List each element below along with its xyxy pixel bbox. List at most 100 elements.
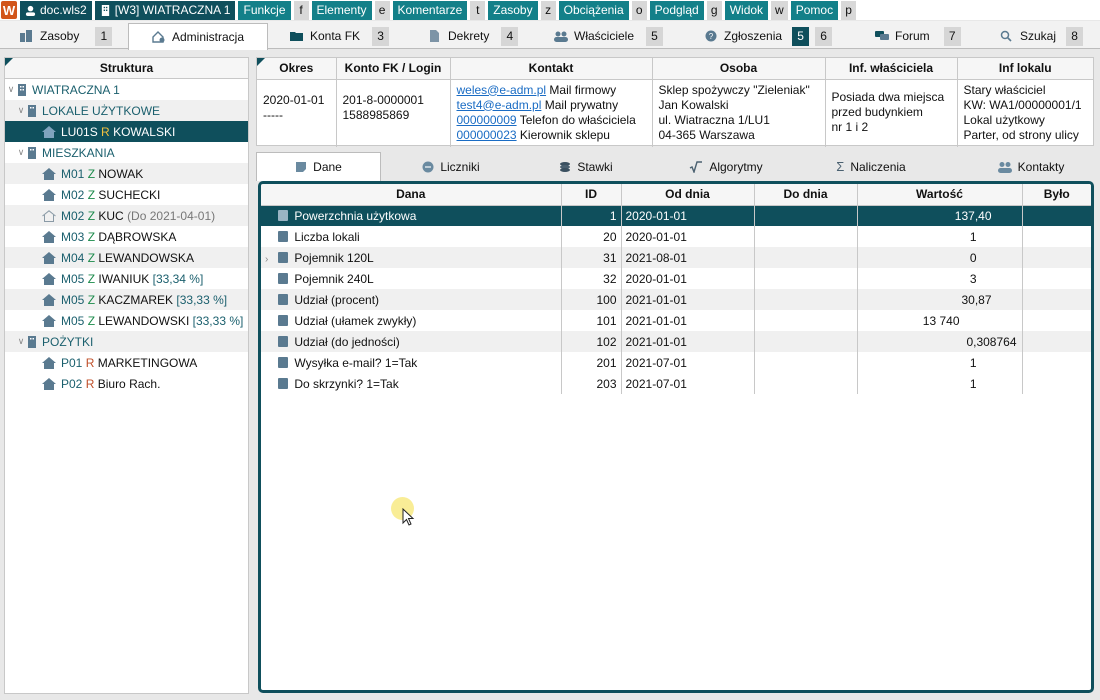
tab-wlasciciele[interactable]: Właściciele 5 [554,23,664,49]
contact-link[interactable]: weles@e-adm.pl [457,83,547,97]
dana-label: Udział (procent) [294,292,380,307]
building-button[interactable]: [W3] WIATRACZNA 1 [94,0,236,20]
menu-key: o [631,0,647,20]
dana-label: Pojemnik 120L [294,250,374,265]
col-header-dana[interactable]: Dana [261,184,562,206]
cell-bylo [1022,310,1091,331]
house-outline-icon [42,209,56,222]
tab-zgloszenia[interactable]: ? Zgłoszenia 5 6 [704,23,833,49]
tree-item[interactable]: LU01S R KOWALSKI [5,121,248,142]
menu-obciazenia[interactable]: Obciążenia [558,0,629,20]
menu-komentarze[interactable]: Komentarze [392,0,468,20]
menu-zasoby[interactable]: Zasoby [488,0,538,20]
cell-od-dnia: 2021-01-01 [621,331,755,352]
tab-szukaj[interactable]: Szukaj 8 [1000,23,1084,49]
tab-administracja[interactable]: Administracja [128,23,268,50]
col-header[interactable]: Okres [257,58,337,80]
tree-item[interactable]: M05 Z IWANIUK [33,34 %] [5,268,248,289]
tab-number: 5 [646,26,664,46]
unit-type: Z [87,229,96,244]
subtab-stawki[interactable]: Stawki [531,152,641,181]
tab-zasoby[interactable]: Zasoby 1 [20,23,113,49]
cell-do-dnia [754,289,858,310]
contact-label: Mail firmowy [549,82,617,97]
tree-item[interactable]: M03 Z DĄBROWSKA [5,226,248,247]
table-row[interactable]: Udział (procent) 100 2021-01-01 30,87 [261,289,1091,310]
col-header[interactable]: Konto FK / Login [336,58,451,80]
tree-item[interactable]: M05 Z LEWANDOWSKI [33,33 %] [5,310,248,331]
subtab-kontakty[interactable]: Kontakty [976,152,1086,181]
okres-value: ----- [263,107,283,122]
col-header-od-dnia[interactable]: Od dnia [621,184,755,206]
table-row[interactable]: Udział (ułamek zwykły) 101 2021-01-01 13… [261,310,1091,331]
cell-od-dnia: 2021-01-01 [621,310,755,331]
menu-pomoc[interactable]: Pomoc [790,0,839,20]
chevron-down-icon[interactable]: ∨ [5,84,17,95]
subtab-label: Dane [313,160,342,174]
table-row[interactable]: Udział (do jedności) 102 2021-01-01 0,30… [261,331,1091,352]
tree-item[interactable]: M02 Z SUCHECKI [5,184,248,205]
col-header-id[interactable]: ID [561,184,622,206]
tree-group-lokale[interactable]: ∨ LOKALE UŻYTKOWE [5,100,248,121]
tree-item[interactable]: P02 R Biuro Rach. [5,373,248,394]
subtab-dane[interactable]: Dane [256,152,381,181]
tree-item[interactable]: P01 R MARKETINGOWA [5,352,248,373]
col-header-wartosc[interactable]: Wartość [857,184,1023,206]
unit-info-line: Lokal użytkowy [963,112,1045,127]
tab-label: Forum [895,29,930,43]
table-row[interactable]: › Pojemnik 120L 31 2021-08-01 0 [261,247,1091,268]
chevron-right-icon[interactable]: › [265,254,275,265]
tab-number: 1 [95,26,113,46]
contact-link[interactable]: test4@e-adm.pl [457,98,542,112]
tree-group-mieszkania[interactable]: ∨ MIESZKANIA [5,142,248,163]
table-row[interactable]: Do skrzynki? 1=Tak 203 2021-07-01 1 [261,373,1091,394]
col-header-do-dnia[interactable]: Do dnia [754,184,858,206]
col-header-bylo[interactable]: Było [1022,184,1091,206]
tree-item[interactable]: M01 Z NOWAK [5,163,248,184]
table-row[interactable]: Pojemnik 240L 32 2020-01-01 3 [261,268,1091,289]
tree-item[interactable]: M04 Z LEWANDOWSKA [5,247,248,268]
cell-od-dnia: 2020-01-01 [621,205,755,226]
owner-info-line: nr 1 i 2 [831,119,869,134]
tab-konta-fk[interactable]: Konta FK 3 [290,23,390,49]
unit-code: M05 [61,313,85,328]
house-icon [42,314,56,327]
tree-group-pozytki[interactable]: ∨ POŻYTKI [5,331,248,352]
menu-label: Obciążenia [563,3,624,17]
tree-item-inactive[interactable]: M02 Z KUC (Do 2021-04-01) [5,205,248,226]
tab-number: 4 [501,26,519,46]
cell-id: 201 [561,352,622,373]
tree-group-label: POŻYTKI [42,334,94,349]
file-button[interactable]: doc.wls2 [20,0,92,20]
main-tab-bar: Zasoby 1 Administracja Konta FK 3 Dekret… [0,21,1100,50]
unit-code: M05 [61,292,85,307]
table-row[interactable]: Powerzchnia użytkowa 1 2020-01-01 137,40 [261,205,1091,226]
menu-podglad[interactable]: Podgląd [649,0,704,20]
chevron-down-icon[interactable]: ∨ [15,147,27,158]
col-header[interactable]: Inf. właściciela [825,58,958,80]
menu-funkcje[interactable]: Funkcje [238,0,291,20]
menu-elementy[interactable]: Elementy [311,0,372,20]
col-header[interactable]: Osoba [652,58,826,80]
chevron-down-icon[interactable]: ∨ [15,105,27,116]
col-header[interactable]: Kontakt [450,58,653,80]
table-row[interactable]: Wysyłka e-mail? 1=Tak 201 2021-07-01 1 [261,352,1091,373]
tree-root[interactable]: ∨ WIATRACZNA 1 [5,79,248,100]
cell-bylo [1022,226,1091,247]
tab-dekrety[interactable]: Dekrety 4 [428,23,519,49]
contact-link[interactable]: 000000023 [457,128,517,142]
subtab-liczniki[interactable]: Liczniki [401,152,501,181]
contact-link[interactable]: 000000009 [457,113,517,127]
menu-widok[interactable]: Widok [724,0,769,20]
osoba-line: Sklep spożywczy "Zieleniak" [658,82,810,97]
subtab-naliczenia[interactable]: Σ Naliczenia [816,152,926,181]
osoba-line: ul. Wiatraczna 1/LU1 [658,112,770,127]
tree-item[interactable]: M05 Z KACZMAREK [33,33 %] [5,289,248,310]
subtab-algorytmy[interactable]: Algorytmy [671,152,781,181]
table-row[interactable]: Liczba lokali 20 2020-01-01 1 [261,226,1091,247]
subtab-label: Stawki [577,159,613,174]
col-header[interactable]: Inf lokalu [957,58,1093,80]
chevron-down-icon[interactable]: ∨ [15,336,27,347]
tab-forum[interactable]: Forum 7 [875,23,961,49]
unit-type: R [85,376,95,391]
